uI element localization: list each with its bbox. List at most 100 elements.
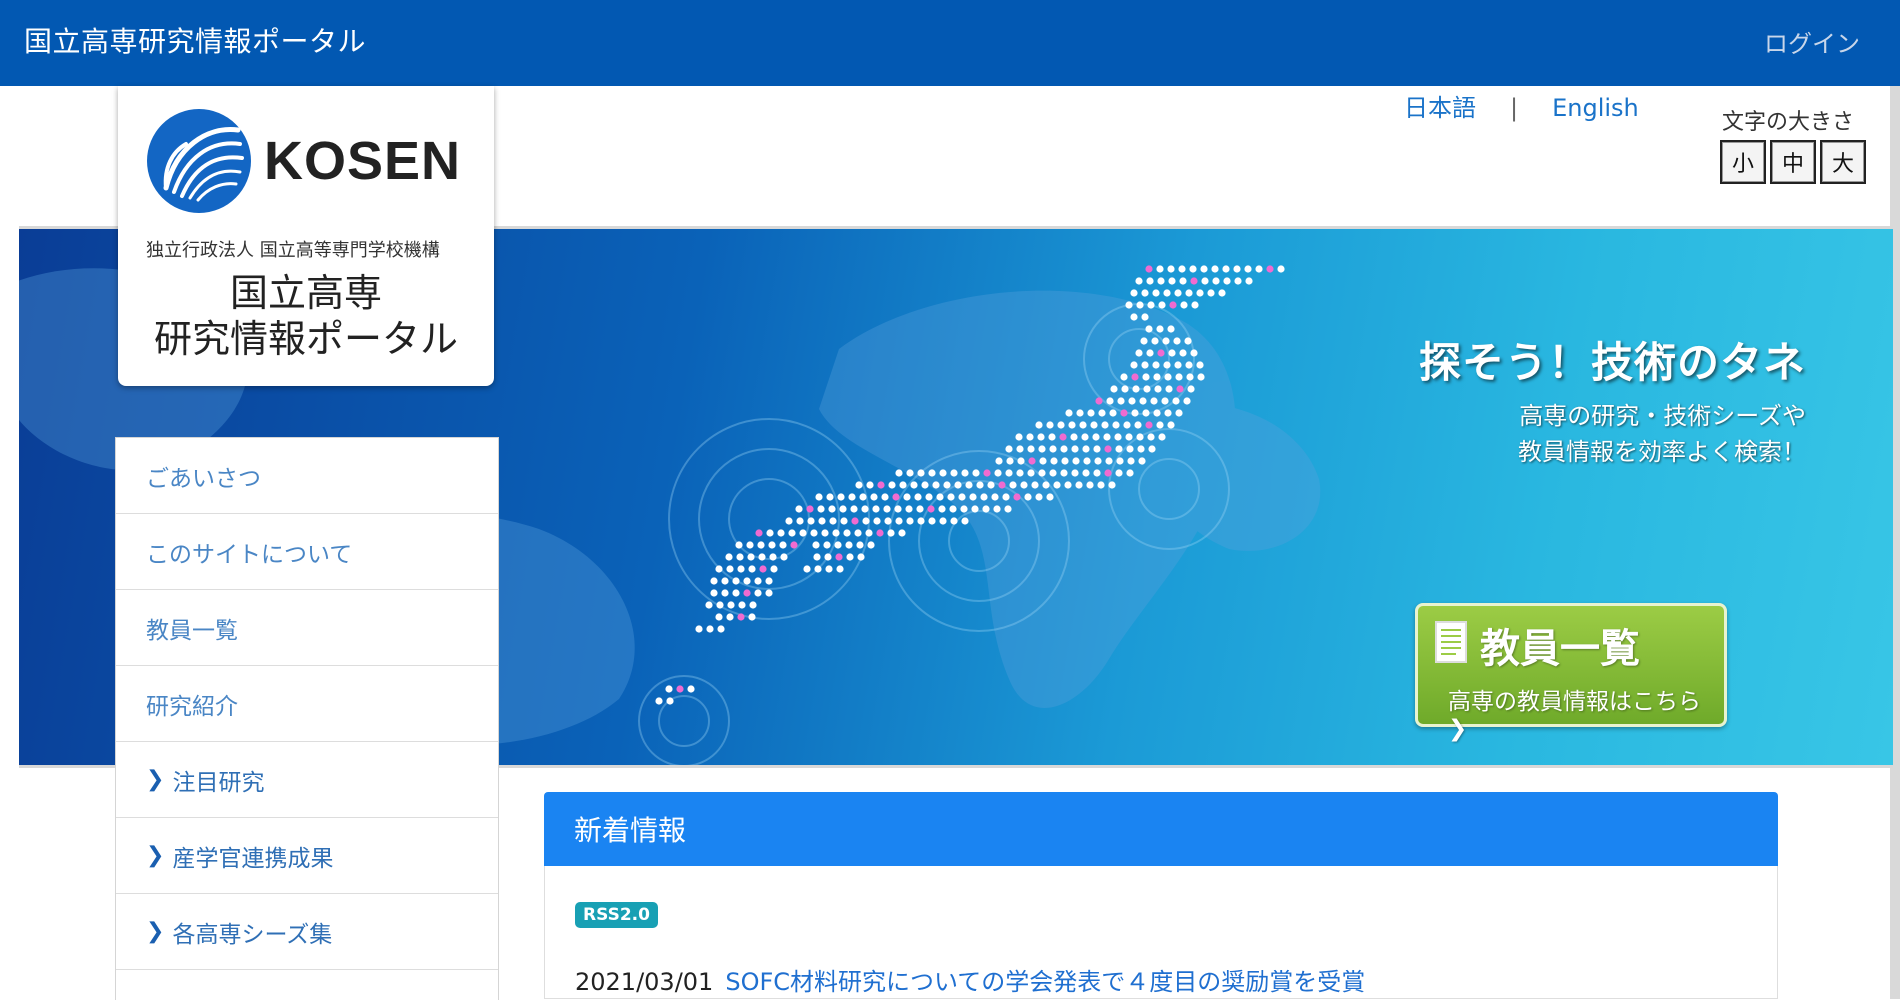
japan-dot bbox=[914, 493, 922, 501]
japan-dot bbox=[1163, 289, 1171, 297]
japan-dot bbox=[928, 517, 936, 525]
news-section-header: 新着情報 bbox=[544, 792, 1778, 866]
japan-dot bbox=[818, 517, 826, 525]
japan-dot bbox=[726, 613, 734, 621]
japan-dot bbox=[1090, 421, 1098, 429]
japan-dot bbox=[1190, 277, 1198, 285]
japan-dot bbox=[906, 517, 914, 525]
japan-dot bbox=[1184, 337, 1192, 345]
lang-japanese-link[interactable]: 日本語 bbox=[1404, 94, 1476, 122]
logo-card[interactable]: KOSEN 独立行政法人 国立高等専門学校機構 国立高専 研究情報ポータル bbox=[118, 86, 494, 386]
japan-dot bbox=[738, 601, 746, 609]
japan-dot bbox=[840, 517, 848, 525]
japan-dot bbox=[969, 493, 977, 501]
japan-dot bbox=[906, 469, 914, 477]
japan-dot bbox=[666, 697, 674, 705]
font-size-medium-button[interactable]: 中 bbox=[1770, 140, 1816, 184]
login-link[interactable]: ログイン bbox=[1764, 24, 1860, 59]
sidebar-item-industry-collab[interactable]: ❯ 産学官連携成果 bbox=[116, 818, 498, 894]
sidebar-item-featured-research[interactable]: ❯ 注目研究 bbox=[116, 742, 498, 818]
japan-dot bbox=[1148, 445, 1156, 453]
japan-dot bbox=[872, 505, 880, 513]
news-title-link[interactable]: SOFC材料研究についての学会発表で４度目の奨励賞を受賞 bbox=[725, 968, 1365, 996]
japan-dot bbox=[1186, 373, 1194, 381]
japan-dot bbox=[843, 529, 851, 537]
japan-dot bbox=[1136, 433, 1144, 441]
japan-dot bbox=[1165, 385, 1173, 393]
japan-dot bbox=[715, 613, 723, 621]
font-size-small-button[interactable]: 小 bbox=[1720, 140, 1766, 184]
lang-english-link[interactable]: English bbox=[1552, 94, 1639, 122]
japan-dot bbox=[1196, 361, 1204, 369]
japan-dot bbox=[903, 493, 911, 501]
japan-dot bbox=[770, 565, 778, 573]
japan-dot bbox=[1079, 421, 1087, 429]
japan-dot bbox=[1101, 421, 1109, 429]
sidebar-item-research-intro[interactable]: 研究紹介 bbox=[116, 666, 498, 742]
faculty-list-button[interactable]: 教員一覧 高専の教員情報はこちら ❯ bbox=[1415, 603, 1727, 742]
japan-dot bbox=[1185, 289, 1193, 297]
japan-dot bbox=[848, 493, 856, 501]
sidebar-item-seeds[interactable]: ❯ 各高専シーズ集 bbox=[116, 894, 498, 970]
japan-dot bbox=[961, 469, 969, 477]
site-brand[interactable]: 国立高専研究情報ポータル bbox=[24, 20, 366, 60]
japan-dot bbox=[1174, 289, 1182, 297]
japan-dot bbox=[1035, 493, 1043, 501]
japan-dot bbox=[958, 493, 966, 501]
sidebar-item-greeting[interactable]: ごあいさつ bbox=[116, 438, 498, 514]
japan-dot bbox=[1168, 349, 1176, 357]
japan-dot bbox=[835, 553, 843, 561]
japan-dot bbox=[824, 553, 832, 561]
japan-dot bbox=[812, 541, 820, 549]
sidebar-item-label: ごあいさつ bbox=[146, 465, 261, 492]
japan-dot bbox=[1173, 337, 1181, 345]
japan-dot bbox=[1179, 277, 1187, 285]
japan-dot bbox=[813, 553, 821, 561]
japan-dot bbox=[943, 481, 951, 489]
japan-dot bbox=[1140, 337, 1148, 345]
japan-dot bbox=[1190, 349, 1198, 357]
japan-dot bbox=[743, 577, 751, 585]
japan-dot bbox=[949, 505, 957, 513]
japan-dot bbox=[1234, 277, 1242, 285]
japan-dot bbox=[721, 589, 729, 597]
japan-dot bbox=[1123, 421, 1131, 429]
japan-dot bbox=[1027, 469, 1035, 477]
japan-dot bbox=[950, 517, 958, 525]
faculty-button-subtitle: 高専の教員情報はこちら ❯ bbox=[1448, 689, 1701, 742]
japan-dot bbox=[1156, 265, 1164, 273]
japan-dot bbox=[995, 457, 1003, 465]
japan-dot bbox=[939, 469, 947, 477]
top-navbar: 国立高専研究情報ポータル ログイン bbox=[0, 0, 1900, 86]
japan-dot bbox=[1093, 469, 1101, 477]
japan-dot bbox=[1157, 277, 1165, 285]
japan-dot bbox=[865, 529, 873, 537]
japan-dot bbox=[1244, 265, 1252, 273]
japan-dot bbox=[861, 505, 869, 513]
rss-badge[interactable]: RSS2.0 bbox=[575, 902, 658, 928]
sidebar-item-faculty-list[interactable]: 教員一覧 bbox=[116, 590, 498, 666]
kosen-logo-mark-icon bbox=[147, 109, 251, 213]
japan-dot bbox=[845, 541, 853, 549]
japan-dot bbox=[859, 493, 867, 501]
japan-dot bbox=[1009, 481, 1017, 489]
japan-dot bbox=[785, 517, 793, 525]
japan-dot bbox=[655, 697, 663, 705]
japan-dot bbox=[965, 481, 973, 489]
japan-dot bbox=[1135, 277, 1143, 285]
japan-dot bbox=[1145, 325, 1153, 333]
japan-dot bbox=[799, 529, 807, 537]
japan-dot bbox=[1222, 265, 1230, 273]
japan-dot bbox=[1046, 421, 1054, 429]
japan-dot bbox=[884, 517, 892, 525]
japan-dot bbox=[780, 553, 788, 561]
japan-dot bbox=[883, 505, 891, 513]
japan-dot bbox=[1104, 445, 1112, 453]
japan-dot bbox=[925, 493, 933, 501]
japan-dot bbox=[862, 517, 870, 525]
japan-dot bbox=[1115, 469, 1123, 477]
japan-dot bbox=[856, 541, 864, 549]
sidebar-item-about[interactable]: このサイトについて bbox=[116, 514, 498, 590]
font-size-large-button[interactable]: 大 bbox=[1820, 140, 1866, 184]
japan-dot bbox=[870, 493, 878, 501]
